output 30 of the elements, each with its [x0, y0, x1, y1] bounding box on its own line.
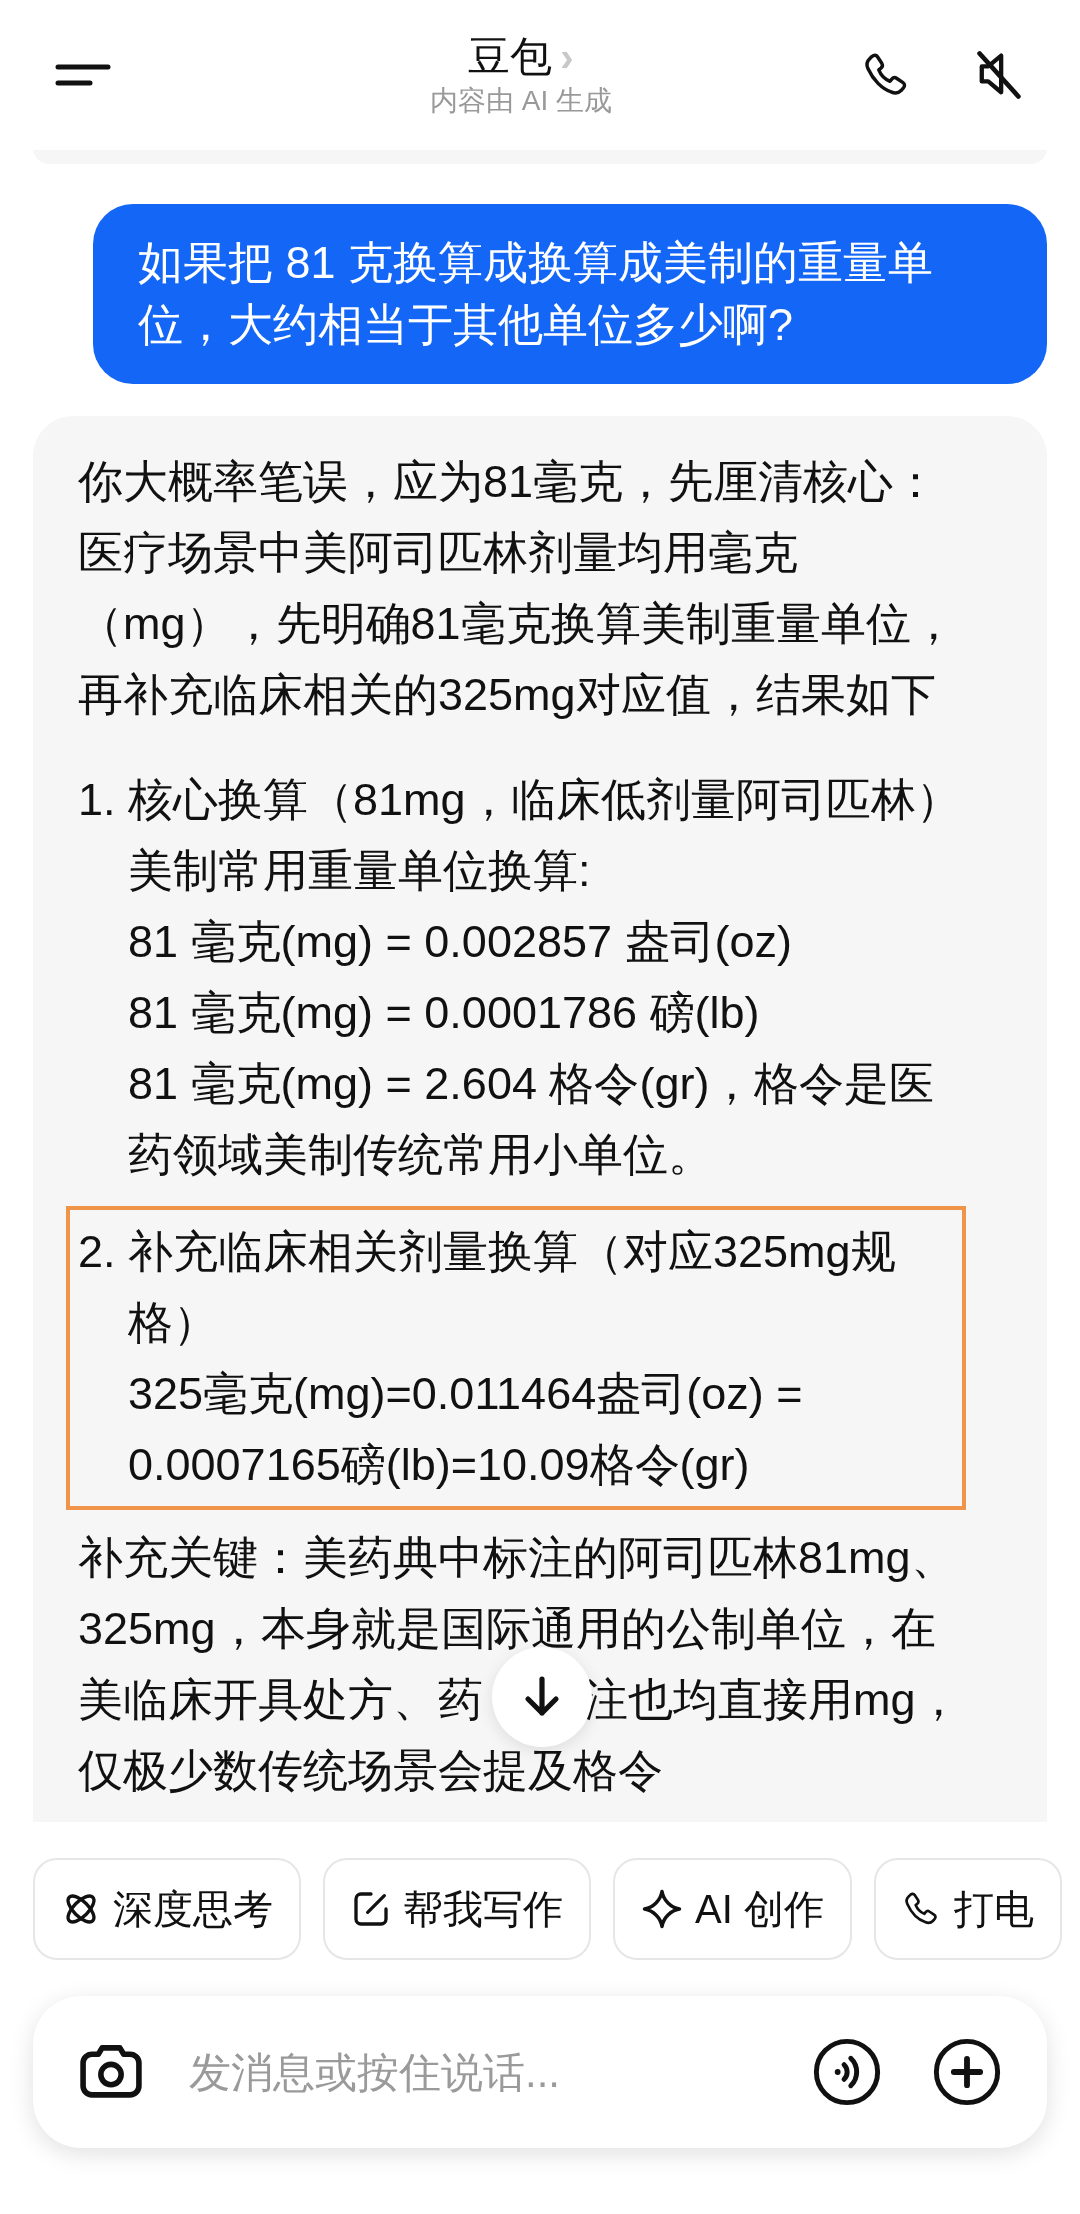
- shortcut-chip[interactable]: 帮我写作: [323, 1858, 591, 1960]
- message-paragraph: 你大概率笔误，应为81毫克，先厘清核心：医疗场景中美阿司匹林剂量均用毫克（mg），先明确81毫克换算美制重量单位，再补充临床相关的325mg对应值，结果如下: [78, 455, 957, 722]
- message-input-bar[interactable]: 发消息或按住说话...: [33, 1996, 1047, 2148]
- ai-generated-note: 内容由 AI 生成: [430, 84, 612, 118]
- edit-icon: [351, 1889, 391, 1929]
- shortcut-chip[interactable]: 深度思考: [33, 1858, 301, 1960]
- list-item-text: 81 毫克(mg) = 0.002857 盎司(oz): [128, 915, 793, 969]
- add-icon[interactable]: [932, 2037, 1002, 2107]
- list-item-title: 核心换算（81mg，临床低剂量阿司匹林）: [128, 773, 962, 827]
- shortcut-chip[interactable]: 打电: [873, 1858, 1062, 1960]
- menu-icon[interactable]: [55, 64, 111, 86]
- list-item-text: 美制常用重量单位换算:: [128, 844, 592, 898]
- list-item-title: 补充临床相关剂量换算（对应325mg规格）: [128, 1225, 897, 1350]
- message-text: 仅极少数传统场景会提及格令: [78, 1744, 663, 1798]
- list-number: 1.: [78, 773, 117, 827]
- list-number: 2.: [78, 1225, 117, 1279]
- voice-icon[interactable]: [812, 2037, 882, 2107]
- list-item-text: 81 毫克(mg) = 0.0001786 磅(lb): [128, 986, 761, 1040]
- chevron-icon: ›: [560, 31, 574, 83]
- list-item-text: 325毫克(mg)=0.011464盎司(oz) = 0.0007165磅(lb)=10.09格令(gr): [128, 1367, 804, 1492]
- user-message-bubble: 如果把 81 克换算成换算成美制的重量单位，大约相当于其他单位多少啊?: [93, 204, 1047, 384]
- arrow-down-icon: [522, 1675, 562, 1719]
- message-input-field[interactable]: 发消息或按住说话...: [189, 2040, 812, 2104]
- message-text: 补充关键：美药典中标注的阿司匹林81mg、: [78, 1531, 956, 1585]
- sparkle-icon: [641, 1888, 683, 1930]
- chat-title[interactable]: 豆包: [468, 31, 553, 83]
- shortcut-chip[interactable]: AI 创作: [613, 1858, 852, 1960]
- message-text: 325mg，本身就是国际通用的公制单位，在: [78, 1602, 936, 1656]
- message-text: 美临床开具处方、药: [78, 1673, 483, 1727]
- list-item-text: 81 毫克(mg) = 2.604 格令(gr)，格令是医药领域美制传统常用小单位。: [128, 1057, 936, 1182]
